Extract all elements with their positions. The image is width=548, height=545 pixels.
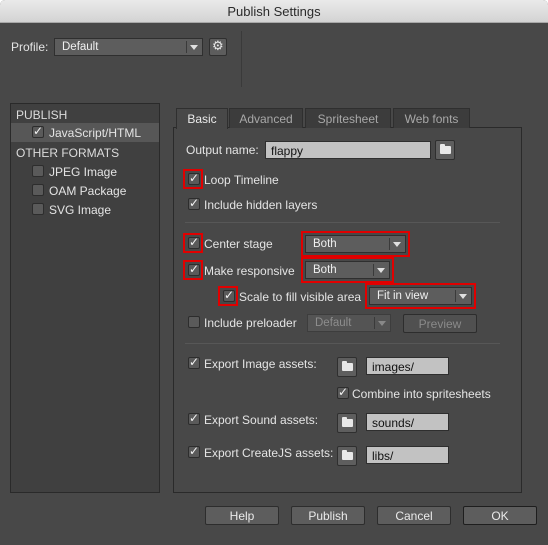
export-createjs-label: Export CreateJS assets: bbox=[204, 446, 334, 460]
jpeg-image-checkbox[interactable] bbox=[32, 165, 44, 177]
export-sound-browse-button[interactable] bbox=[337, 413, 357, 433]
publish-settings-window: Publish Settings Profile: Default ⚙ PUBL… bbox=[0, 0, 548, 545]
export-image-browse-button[interactable] bbox=[337, 357, 357, 377]
output-browse-button[interactable] bbox=[435, 140, 455, 160]
profile-dropdown[interactable]: Default bbox=[54, 38, 203, 56]
oam-package-checkbox[interactable] bbox=[32, 184, 44, 196]
tab-spritesheet[interactable]: Spritesheet bbox=[305, 108, 391, 128]
export-createjs-checkbox[interactable] bbox=[188, 444, 200, 458]
profile-label: Profile: bbox=[11, 40, 49, 54]
highlight-loop-timeline bbox=[183, 169, 203, 189]
profile-value: Default bbox=[62, 41, 99, 53]
export-createjs-path-input[interactable]: libs/ bbox=[366, 446, 449, 464]
publish-button[interactable]: Publish bbox=[291, 506, 365, 525]
tab-web-fonts[interactable]: Web fonts bbox=[393, 108, 470, 128]
scale-to-fill-label: Scale to fill visible area bbox=[239, 290, 362, 304]
sidebar-item-jpeg[interactable]: JPEG Image bbox=[49, 165, 117, 179]
export-image-checkbox[interactable] bbox=[188, 355, 200, 369]
chevron-down-icon bbox=[374, 317, 388, 329]
include-preloader-checkbox[interactable] bbox=[188, 316, 200, 328]
export-sound-path: sounds/ bbox=[372, 416, 415, 430]
highlight-make-responsive bbox=[183, 260, 203, 280]
export-image-label: Export Image assets: bbox=[204, 357, 317, 371]
export-sound-checkbox[interactable] bbox=[188, 411, 200, 425]
svg-image-checkbox[interactable] bbox=[32, 203, 44, 215]
window-title: Publish Settings bbox=[227, 4, 321, 19]
javascript-html-checkbox[interactable] bbox=[32, 124, 44, 138]
publish-button-label: Publish bbox=[308, 509, 348, 523]
preview-button[interactable]: Preview bbox=[403, 314, 477, 333]
highlight-center-stage-dropdown bbox=[301, 231, 410, 257]
section-separator bbox=[185, 222, 500, 223]
publish-section-header: PUBLISH bbox=[16, 108, 68, 122]
title-bar[interactable]: Publish Settings bbox=[0, 0, 548, 23]
section-separator bbox=[185, 343, 500, 344]
combine-spritesheets-label: Combine into spritesheets bbox=[352, 387, 491, 401]
folder-icon bbox=[342, 417, 353, 427]
loop-timeline-label: Loop Timeline bbox=[204, 173, 279, 187]
include-hidden-layers-checkbox[interactable] bbox=[188, 196, 200, 210]
export-createjs-browse-button[interactable] bbox=[337, 446, 357, 466]
highlight-make-responsive-dropdown bbox=[301, 257, 394, 283]
export-sound-label: Export Sound assets: bbox=[204, 413, 319, 427]
highlight-center-stage bbox=[183, 233, 203, 253]
include-hidden-layers-label: Include hidden layers bbox=[204, 198, 318, 212]
profile-settings-button[interactable]: ⚙ bbox=[209, 38, 227, 56]
output-name-input[interactable]: flappy bbox=[265, 141, 431, 159]
tab-label: Web fonts bbox=[404, 112, 459, 126]
ok-button-label: OK bbox=[491, 509, 509, 523]
preloader-value: Default bbox=[315, 317, 352, 329]
output-name-value: flappy bbox=[271, 144, 304, 158]
header-divider bbox=[241, 31, 242, 87]
make-responsive-label: Make responsive bbox=[204, 264, 295, 278]
tab-label: Basic bbox=[187, 112, 217, 126]
folder-icon bbox=[342, 450, 353, 460]
export-image-path-input[interactable]: images/ bbox=[366, 357, 449, 375]
sidebar-item-svg[interactable]: SVG Image bbox=[49, 203, 111, 217]
output-name-label: Output name: bbox=[186, 143, 259, 157]
folder-icon bbox=[440, 144, 451, 154]
highlight-scale-to-fill bbox=[218, 286, 238, 306]
center-stage-label: Center stage bbox=[204, 237, 273, 251]
preloader-dropdown[interactable]: Default bbox=[307, 314, 391, 332]
other-formats-header: OTHER FORMATS bbox=[16, 146, 120, 160]
cancel-button-label: Cancel bbox=[395, 509, 433, 523]
target-list bbox=[10, 103, 160, 493]
ok-button[interactable]: OK bbox=[463, 506, 537, 525]
sidebar-item-label: JavaScript/HTML bbox=[49, 126, 142, 140]
chevron-down-icon bbox=[186, 41, 200, 53]
cancel-button[interactable]: Cancel bbox=[377, 506, 451, 525]
folder-icon bbox=[342, 361, 353, 371]
gear-icon: ⚙ bbox=[212, 39, 224, 54]
tab-basic[interactable]: Basic bbox=[176, 108, 228, 129]
highlight-scale-to-fill-dropdown bbox=[365, 283, 476, 309]
tab-label: Advanced bbox=[239, 112, 293, 126]
export-createjs-path: libs/ bbox=[372, 449, 394, 463]
tab-label: Spritesheet bbox=[317, 112, 379, 126]
combine-spritesheets-checkbox[interactable] bbox=[337, 385, 349, 399]
export-sound-path-input[interactable]: sounds/ bbox=[366, 413, 449, 431]
sidebar-item-oam[interactable]: OAM Package bbox=[49, 184, 126, 198]
preview-button-label: Preview bbox=[418, 317, 462, 331]
help-button[interactable]: Help bbox=[205, 506, 279, 525]
export-image-path: images/ bbox=[372, 360, 415, 374]
help-button-label: Help bbox=[229, 509, 255, 523]
tab-advanced[interactable]: Advanced bbox=[229, 108, 303, 128]
include-preloader-label: Include preloader bbox=[204, 316, 297, 330]
